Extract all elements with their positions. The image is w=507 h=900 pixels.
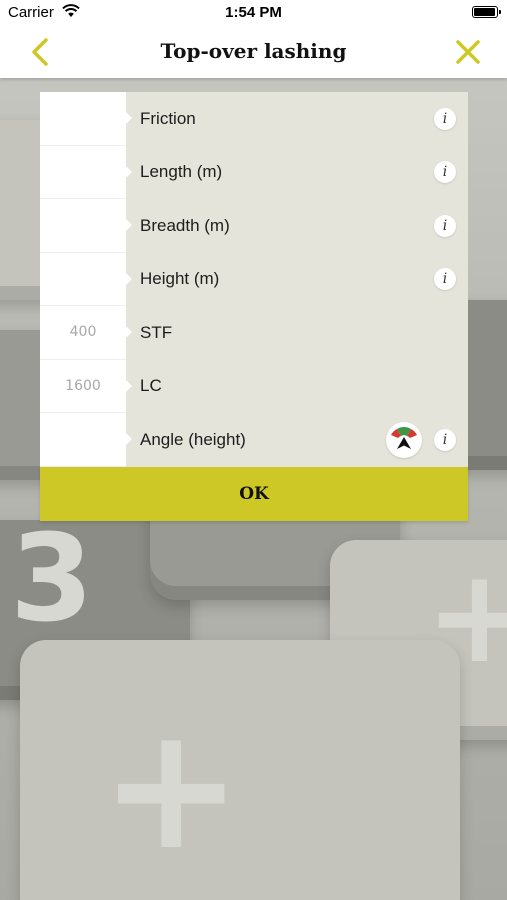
info-icon[interactable]: i <box>434 268 456 291</box>
breadth-label: Breadth (m) <box>140 215 230 235</box>
close-icon[interactable] <box>453 37 483 67</box>
digit-glyph: 3 <box>10 510 94 649</box>
form-row-breadth: Breadth (m) i <box>40 199 468 253</box>
info-icon[interactable]: i <box>434 161 456 184</box>
ok-button[interactable]: OK <box>40 467 468 521</box>
form-row-height: Height (m) i <box>40 252 468 306</box>
form-row-friction: Friction i <box>40 92 468 146</box>
length-input[interactable] <box>40 145 132 199</box>
angle-selector-icon[interactable] <box>386 421 422 458</box>
battery-icon <box>472 6 501 18</box>
length-label: Length (m) <box>140 162 223 182</box>
height-label: Height (m) <box>140 269 220 289</box>
clock: 1:54 PM <box>225 4 282 21</box>
form-row-length: Length (m) i <box>40 145 468 199</box>
plus-glyph: + <box>425 540 507 692</box>
stf-label: STF <box>140 322 173 342</box>
lashing-form: Friction i Length (m) i Breadth (m) i He… <box>40 92 468 467</box>
angle-label: Angle (height) <box>140 429 246 449</box>
form-row-stf: 400 STF <box>40 306 468 360</box>
form-row-lc: 1600 LC <box>40 359 468 413</box>
lc-input[interactable]: 1600 <box>40 359 132 413</box>
info-icon[interactable]: i <box>434 107 456 130</box>
page-title: Top-over lashing <box>160 39 347 63</box>
form-row-angle: Angle (height) i <box>40 413 468 467</box>
info-icon[interactable]: i <box>434 214 456 237</box>
lc-label: LC <box>140 376 162 396</box>
plus-glyph: + <box>100 690 243 888</box>
friction-input[interactable] <box>40 92 132 146</box>
friction-label: Friction <box>140 108 196 128</box>
navigation-bar: Top-over lashing <box>0 26 507 78</box>
breadth-input[interactable] <box>40 199 132 253</box>
info-icon[interactable]: i <box>434 428 456 451</box>
height-input[interactable] <box>40 252 132 306</box>
stf-input[interactable]: 400 <box>40 306 132 360</box>
angle-input[interactable] <box>40 413 132 467</box>
status-bar: Carrier 1:54 PM <box>0 0 507 26</box>
